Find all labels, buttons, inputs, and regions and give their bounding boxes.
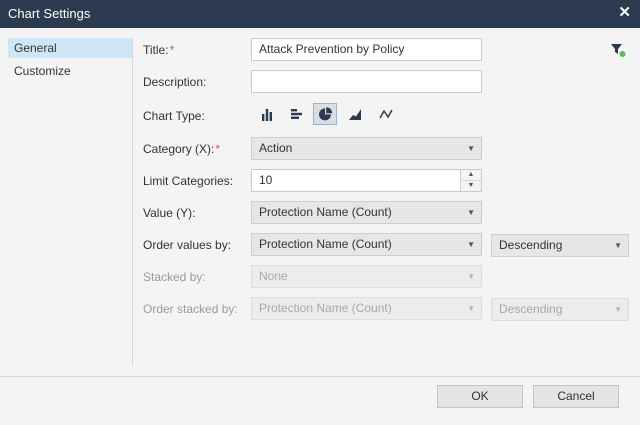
order-stacked-direction-select: Descending ▼ bbox=[491, 298, 629, 321]
value-label: Value (Y): bbox=[143, 206, 196, 220]
order-stacked-select: Protection Name (Count) ▼ bbox=[251, 297, 482, 320]
order-direction-value: Descending bbox=[499, 238, 563, 252]
description-label: Description: bbox=[143, 75, 207, 89]
limit-categories-label: Limit Categories: bbox=[143, 174, 234, 188]
bar-chart-button[interactable] bbox=[284, 103, 308, 125]
filter-icon[interactable] bbox=[610, 42, 626, 58]
order-stacked-value: Protection Name (Count) bbox=[259, 301, 392, 315]
settings-sidebar: General Customize bbox=[8, 38, 133, 366]
pie-chart-button[interactable] bbox=[313, 103, 337, 125]
title-label-text: Title: bbox=[143, 43, 169, 57]
area-chart-icon bbox=[349, 109, 361, 120]
stacked-by-value: None bbox=[259, 269, 288, 283]
chevron-down-icon: ▼ bbox=[467, 272, 475, 281]
cancel-button[interactable]: Cancel bbox=[533, 385, 619, 408]
order-stacked-label: Order stacked by: bbox=[143, 302, 238, 316]
order-values-select-value: Protection Name (Count) bbox=[259, 237, 392, 251]
dialog-titlebar: Chart Settings ✕ bbox=[0, 0, 640, 28]
category-select[interactable]: Action ▼ bbox=[251, 137, 482, 160]
line-chart-icon bbox=[379, 109, 393, 119]
stepper-up-icon[interactable]: ▲ bbox=[461, 170, 481, 181]
stacked-by-select: None ▼ bbox=[251, 265, 482, 288]
order-values-label: Order values by: bbox=[143, 238, 232, 252]
filter-active-dot bbox=[619, 51, 626, 57]
stepper-down-icon[interactable]: ▼ bbox=[461, 181, 481, 191]
limit-categories-value: 10 bbox=[259, 173, 273, 187]
title-input[interactable]: Attack Prevention by Policy bbox=[251, 38, 482, 61]
required-asterisk: * bbox=[215, 142, 221, 156]
sidebar-item-general[interactable]: General bbox=[8, 38, 132, 58]
column-chart-button[interactable] bbox=[255, 103, 279, 125]
title-label: Title:* bbox=[143, 42, 174, 58]
sidebar-item-customize[interactable]: Customize bbox=[8, 61, 132, 81]
value-select-value: Protection Name (Count) bbox=[259, 205, 392, 219]
chart-type-label: Chart Type: bbox=[143, 109, 205, 123]
line-chart-button[interactable] bbox=[374, 103, 398, 125]
column-chart-icon bbox=[262, 109, 272, 121]
close-icon[interactable]: ✕ bbox=[618, 4, 631, 22]
chevron-down-icon: ▼ bbox=[467, 240, 475, 249]
ok-button[interactable]: OK bbox=[437, 385, 523, 408]
required-asterisk: * bbox=[169, 43, 175, 57]
bar-chart-icon bbox=[291, 109, 302, 119]
pie-chart-icon bbox=[319, 107, 333, 121]
chart-settings-dialog: Chart Settings ✕ General Customize Title… bbox=[0, 0, 640, 425]
chevron-down-icon: ▼ bbox=[614, 241, 622, 250]
area-chart-button[interactable] bbox=[343, 103, 367, 125]
stepper-buttons: ▲ ▼ bbox=[460, 170, 481, 191]
stacked-by-label: Stacked by: bbox=[143, 270, 206, 284]
order-values-select[interactable]: Protection Name (Count) ▼ bbox=[251, 233, 482, 256]
description-input[interactable] bbox=[251, 70, 482, 93]
dialog-title: Chart Settings bbox=[8, 6, 91, 21]
order-stacked-direction-value: Descending bbox=[499, 302, 563, 316]
limit-categories-stepper[interactable]: 10 ▲ ▼ bbox=[251, 169, 482, 192]
category-label-text: Category (X): bbox=[143, 142, 215, 156]
chevron-down-icon: ▼ bbox=[467, 208, 475, 217]
value-select[interactable]: Protection Name (Count) ▼ bbox=[251, 201, 482, 224]
chevron-down-icon: ▼ bbox=[467, 304, 475, 313]
order-direction-select[interactable]: Descending ▼ bbox=[491, 234, 629, 257]
chevron-down-icon: ▼ bbox=[614, 305, 622, 314]
category-label: Category (X):* bbox=[143, 141, 220, 157]
chevron-down-icon: ▼ bbox=[467, 144, 475, 153]
category-select-value: Action bbox=[259, 141, 293, 155]
